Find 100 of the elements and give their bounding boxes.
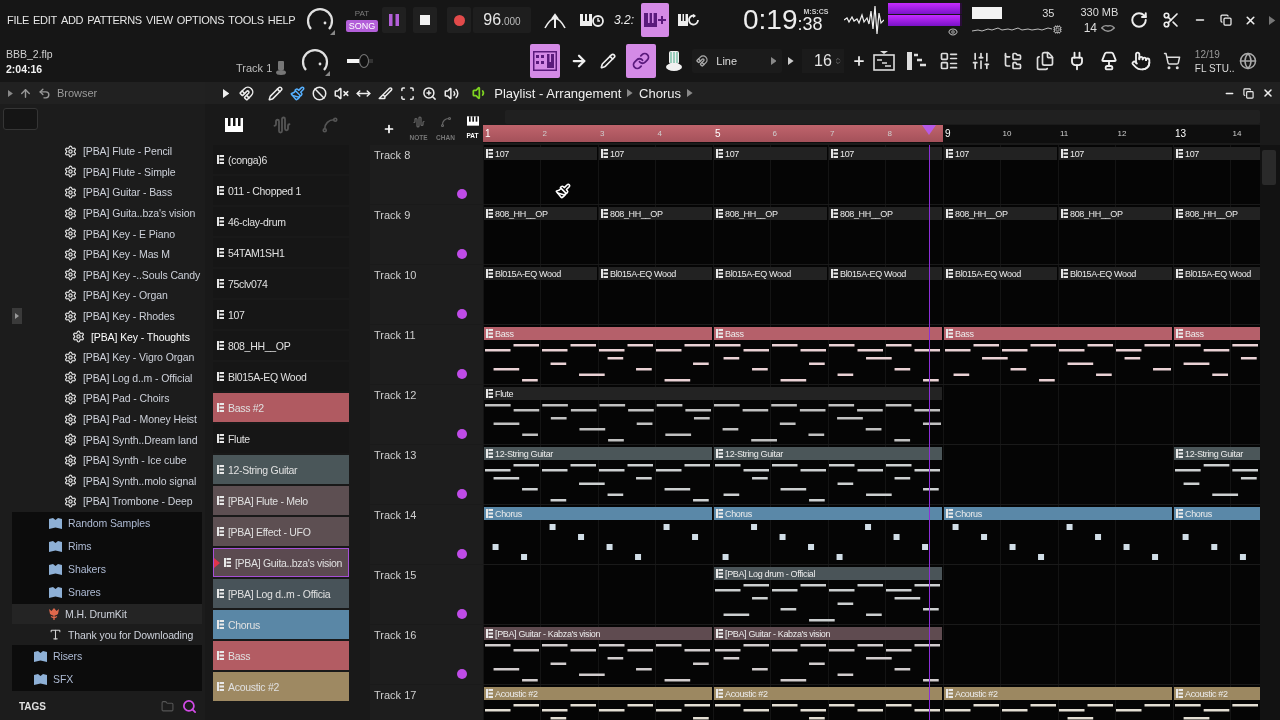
piano-roll-icon[interactable]: [906, 52, 927, 70]
restore-icon[interactable]: [1220, 14, 1233, 26]
browser-item[interactable]: [PBA] Synth..molo signal: [26, 470, 202, 492]
clip-header[interactable]: Bl015A-EQ Wood: [1059, 267, 1172, 280]
menu-item[interactable]: PATTERNS: [87, 14, 142, 26]
list-icon[interactable]: [938, 51, 959, 71]
browser-item[interactable]: [PBA] Guitar - Bass: [26, 182, 202, 203]
overview-scrollbar[interactable]: [505, 110, 1260, 124]
clip-header[interactable]: [PBA] Guitar - Kabza's vision: [484, 627, 712, 640]
status-dot-icon[interactable]: [457, 609, 467, 619]
browser-item[interactable]: [PBA] Log d..m - Official: [26, 367, 202, 389]
playlist-tool[interactable]: [266, 84, 285, 102]
clip-header[interactable]: 808_HH__OP: [944, 207, 1057, 220]
toolbar-toggle[interactable]: [641, 3, 669, 37]
status-dot-icon[interactable]: [457, 669, 467, 679]
timeline-grid-icon[interactable]: [872, 51, 895, 71]
clip-header[interactable]: 107: [484, 147, 597, 160]
sliders-icon[interactable]: [970, 51, 991, 71]
clip-header[interactable]: 808_HH__OP: [1059, 207, 1172, 220]
clip-header[interactable]: Bass: [944, 327, 1172, 340]
tags-label[interactable]: TAGS: [19, 701, 47, 712]
pattern-item[interactable]: Bass #2: [213, 393, 349, 422]
tool-button[interactable]: [626, 44, 657, 78]
list-tab[interactable]: [225, 115, 243, 134]
browser-item[interactable]: [PBA] Flute - Simple: [26, 161, 202, 183]
pattern-item[interactable]: [PBA] Effect - UFO: [213, 517, 349, 546]
clip-header[interactable]: Bl015A-EQ Wood: [484, 267, 597, 280]
snap-dropdown[interactable]: Line: [692, 49, 783, 73]
clip-header[interactable]: 808_HH__OP: [1174, 207, 1260, 220]
browser-item[interactable]: [PBA] Key - Vigro Organ: [26, 346, 202, 368]
record-button[interactable]: [447, 7, 471, 33]
status-dot-icon[interactable]: [457, 429, 467, 439]
slider-thumb[interactable]: [359, 54, 370, 68]
pointing-hand-icon[interactable]: [1130, 51, 1151, 71]
pattern-item[interactable]: [PBA] Flute - Melo: [213, 486, 349, 515]
browser-item[interactable]: Shakers: [12, 557, 202, 581]
stop-button[interactable]: [413, 7, 437, 33]
playlist-tool[interactable]: [420, 84, 439, 102]
menu-item[interactable]: VIEW: [145, 14, 173, 26]
browser-item[interactable]: [PBA] Flute - Pencil: [26, 141, 202, 162]
add-icon[interactable]: [383, 123, 395, 135]
vertical-scrollbar[interactable]: [1260, 145, 1280, 720]
undo-icon[interactable]: [37, 86, 51, 100]
news-title[interactable]: FL STU..: [1194, 62, 1235, 74]
clip-header[interactable]: Bass: [484, 327, 712, 340]
clip-header[interactable]: 107: [1059, 147, 1172, 160]
close-icon[interactable]: [1262, 87, 1274, 99]
countdown-toggle[interactable]: 3.2:: [611, 3, 637, 37]
browser-item[interactable]: [PBA] Pad - Choirs: [26, 388, 202, 409]
browser-item[interactable]: [PBA] Key - Organ: [26, 285, 202, 306]
menu-item[interactable]: TOOLS: [228, 14, 264, 26]
browser-item[interactable]: Thank you for Downloading: [12, 624, 202, 645]
pattern-name[interactable]: Chorus: [639, 85, 681, 101]
clip-header[interactable]: Flute: [484, 387, 942, 400]
clip-header[interactable]: Bl015A-EQ Wood: [714, 267, 827, 280]
status-dot-icon[interactable]: [457, 549, 467, 559]
cart-icon[interactable]: [1162, 52, 1181, 70]
pattern-item[interactable]: 12-String Guitar: [213, 455, 349, 484]
clip-header[interactable]: 107: [1174, 147, 1260, 160]
clip-header[interactable]: 107: [944, 147, 1057, 160]
browser-item[interactable]: [PBA] Trombone - Deep: [26, 491, 202, 512]
mode-toggle[interactable]: SONG: [345, 20, 379, 32]
tool-button[interactable]: [530, 44, 561, 78]
clip-header[interactable]: 107: [714, 147, 827, 160]
status-dot-icon[interactable]: [457, 489, 467, 499]
clip-header[interactable]: [PBA] Log drum - Official: [714, 567, 942, 580]
clip-header[interactable]: 808_HH__OP: [599, 207, 712, 220]
clip-header[interactable]: Bl015A-EQ Wood: [1174, 267, 1260, 280]
playlist-tool[interactable]: [398, 84, 417, 102]
menu-item[interactable]: ADD: [60, 14, 84, 26]
browser-item[interactable]: [PBA] Key - Rhodes: [26, 305, 202, 327]
browser-item[interactable]: [PBA] Synth - Ice cube: [26, 449, 202, 471]
plus-icon[interactable]: [851, 54, 866, 68]
menu-item[interactable]: EDIT: [33, 14, 57, 26]
status-dot-icon[interactable]: [457, 309, 467, 319]
menu-item[interactable]: HELP: [267, 14, 296, 26]
folder-tree-icon[interactable]: [1002, 51, 1023, 71]
clip-header[interactable]: 808_HH__OP: [484, 207, 597, 220]
scissors-icon[interactable]: [1162, 11, 1181, 29]
playlist-tool[interactable]: [288, 84, 307, 102]
clip-header[interactable]: Bl015A-EQ Wood: [829, 267, 942, 280]
pattern-item[interactable]: [PBA] Log d..m - Officia: [213, 579, 349, 608]
scrollbar-thumb[interactable]: [1262, 150, 1276, 185]
eye-icon[interactable]: [948, 27, 959, 37]
pattern-item[interactable]: Bass: [213, 641, 349, 670]
clip-header[interactable]: 12-String Guitar: [1174, 447, 1260, 460]
browser-item[interactable]: [PBA] Synth..Dream land: [26, 429, 202, 450]
clip-header[interactable]: [PBA] Guitar - Kabza's vision: [714, 627, 942, 640]
pitch-knob[interactable]: [300, 46, 331, 76]
menu-item[interactable]: FILE: [7, 14, 30, 26]
playlist-tool[interactable]: [376, 84, 395, 102]
clip-header[interactable]: 12-String Guitar: [714, 447, 942, 460]
pattern-item[interactable]: [PBA] Guita..bza's vision: [213, 548, 349, 577]
lamp-icon[interactable]: [1098, 51, 1119, 71]
browser-item[interactable]: Rims: [12, 534, 202, 558]
clip-header[interactable]: 808_HH__OP: [714, 207, 827, 220]
refresh-icon[interactable]: [1130, 11, 1149, 29]
clip-header[interactable]: 12-String Guitar: [484, 447, 712, 460]
collapse-handle-icon[interactable]: [12, 308, 22, 324]
search-icon[interactable]: [182, 699, 197, 714]
